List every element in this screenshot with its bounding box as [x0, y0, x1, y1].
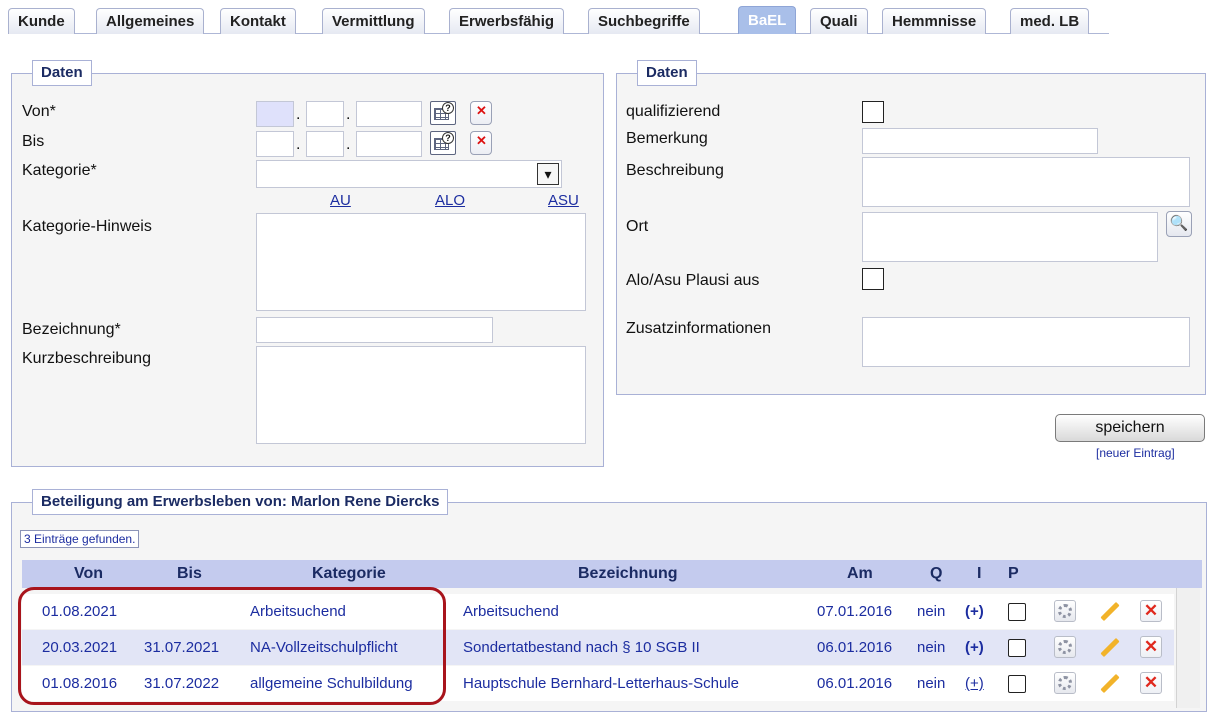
von-month-input[interactable] — [306, 101, 344, 127]
row-checkbox[interactable] — [1008, 603, 1026, 621]
list-legend: Beteiligung am Erwerbsleben von: Marlon … — [32, 489, 449, 515]
tab-kontakt[interactable]: Kontakt — [220, 8, 296, 34]
search-icon[interactable]: 🔍 — [1166, 211, 1192, 237]
link-au[interactable]: AU — [330, 192, 351, 209]
col-i[interactable]: I — [977, 565, 981, 583]
tab-med-lb[interactable]: med. LB — [1010, 8, 1090, 34]
bemerkung-label: Bemerkung — [626, 130, 708, 147]
new-entry-link[interactable]: [neuer Eintrag] — [1096, 446, 1175, 460]
col-von[interactable]: Von — [74, 565, 103, 583]
cell-i-link[interactable]: (+) — [965, 603, 984, 620]
cell-q: nein — [917, 603, 946, 620]
cell-i-link[interactable]: (+) — [965, 675, 984, 692]
qualifizierend-label: qualifizierend — [626, 103, 721, 120]
cell-i-link[interactable]: (+) — [965, 639, 984, 656]
cell-q: nein — [917, 675, 946, 692]
tab-vermittlung[interactable]: Vermittlung — [322, 8, 425, 34]
gear-icon[interactable] — [1054, 600, 1076, 622]
von-day-input[interactable] — [256, 101, 294, 127]
kategorie-hinweis-textarea[interactable] — [256, 213, 586, 311]
delete-icon[interactable]: ✕ — [1140, 672, 1162, 694]
left-panel-legend: Daten — [32, 60, 92, 86]
link-alo[interactable]: ALO — [435, 192, 465, 209]
col-bis[interactable]: Bis — [177, 565, 202, 583]
entries-found-label: 3 Einträge gefunden. — [20, 530, 140, 548]
kategorie-label: Kategorie* — [22, 162, 97, 179]
kurzbeschreibung-textarea[interactable] — [256, 346, 586, 444]
tab-kunde[interactable]: Kunde — [8, 8, 75, 34]
cell-am: 07.01.2016 — [817, 603, 893, 620]
highlight-annotation-box — [18, 587, 446, 705]
col-am[interactable]: Am — [847, 565, 873, 583]
cell-bezeichnung: Hauptschule Bernhard-Letterhaus-Schule — [463, 675, 739, 692]
row-checkbox[interactable] — [1008, 675, 1026, 693]
row-checkbox[interactable] — [1008, 639, 1026, 657]
col-p[interactable]: P — [1008, 565, 1019, 583]
pencil-edit-icon[interactable] — [1097, 672, 1120, 694]
bezeichnung-label: Bezeichnung* — [22, 321, 121, 338]
bis-clear-icon[interactable]: ✕ — [470, 131, 492, 155]
bis-month-input[interactable] — [306, 131, 344, 157]
right-panel-legend: Daten — [637, 60, 697, 86]
tab-bael[interactable]: BaEL — [738, 6, 797, 34]
table-header: Von Bis Kategorie Bezeichnung Am Q I P — [22, 560, 1202, 588]
zusatzinformationen-label: Zusatzinformationen — [626, 320, 771, 337]
bis-separator-2: . — [346, 136, 351, 153]
link-asu[interactable]: ASU — [548, 192, 579, 209]
tab-allgemeines[interactable]: Allgemeines — [96, 8, 205, 34]
gear-icon[interactable] — [1054, 672, 1076, 694]
table-scrollbar[interactable] — [1176, 588, 1200, 708]
cell-q: nein — [917, 639, 946, 656]
von-calendar-icon[interactable]: ? — [430, 101, 456, 125]
beschreibung-label: Beschreibung — [626, 162, 724, 179]
zusatzinformationen-textarea[interactable] — [862, 317, 1190, 367]
pencil-edit-icon[interactable] — [1097, 636, 1120, 658]
ort-textarea[interactable] — [862, 212, 1158, 262]
von-separator-2: . — [346, 106, 351, 123]
von-separator-1: . — [296, 106, 301, 123]
tab-suchbegriffe[interactable]: Suchbegriffe — [588, 8, 700, 34]
von-year-input[interactable] — [356, 101, 422, 127]
plausi-checkbox[interactable] — [862, 268, 884, 290]
bis-separator-1: . — [296, 136, 301, 153]
bis-label: Bis — [22, 133, 45, 150]
bis-calendar-icon[interactable]: ? — [430, 131, 456, 155]
bemerkung-input[interactable] — [862, 128, 1098, 154]
delete-icon[interactable]: ✕ — [1140, 636, 1162, 658]
cell-am: 06.01.2016 — [817, 675, 893, 692]
col-bezeichnung[interactable]: Bezeichnung — [578, 565, 678, 583]
tab-erwerbsfaehig[interactable]: Erwerbsfähig — [449, 8, 565, 34]
plausi-label: Alo/Asu Plausi aus — [626, 272, 760, 289]
von-clear-icon[interactable]: ✕ — [470, 101, 492, 125]
bis-day-input[interactable] — [256, 131, 294, 157]
ort-label: Ort — [626, 218, 649, 235]
bis-year-input[interactable] — [356, 131, 422, 157]
cell-bezeichnung: Sondertatbestand nach § 10 SGB II — [463, 639, 700, 656]
qualifizierend-checkbox[interactable] — [862, 101, 884, 123]
col-q[interactable]: Q — [930, 565, 942, 583]
beschreibung-textarea[interactable] — [862, 157, 1190, 207]
kurzbeschreibung-label: Kurzbeschreibung — [22, 350, 151, 367]
bezeichnung-input[interactable] — [256, 317, 493, 343]
col-kategorie[interactable]: Kategorie — [312, 565, 386, 583]
cell-bezeichnung: Arbeitsuchend — [463, 603, 559, 620]
kategorie-select[interactable]: ▾ — [256, 160, 562, 188]
gear-icon[interactable] — [1054, 636, 1076, 658]
tab-quali[interactable]: Quali — [810, 8, 868, 34]
cell-am: 06.01.2016 — [817, 639, 893, 656]
tab-bar: Kunde Allgemeines Kontakt Vermittlung Er… — [0, 0, 1209, 40]
tab-hemmnisse[interactable]: Hemmnisse — [882, 8, 987, 34]
delete-icon[interactable]: ✕ — [1140, 600, 1162, 622]
pencil-edit-icon[interactable] — [1097, 600, 1120, 622]
chevron-down-icon[interactable]: ▾ — [537, 163, 559, 185]
save-button[interactable]: speichern — [1055, 414, 1205, 442]
kategorie-hinweis-label: Kategorie-Hinweis — [22, 218, 152, 235]
von-label: Von* — [22, 103, 56, 120]
